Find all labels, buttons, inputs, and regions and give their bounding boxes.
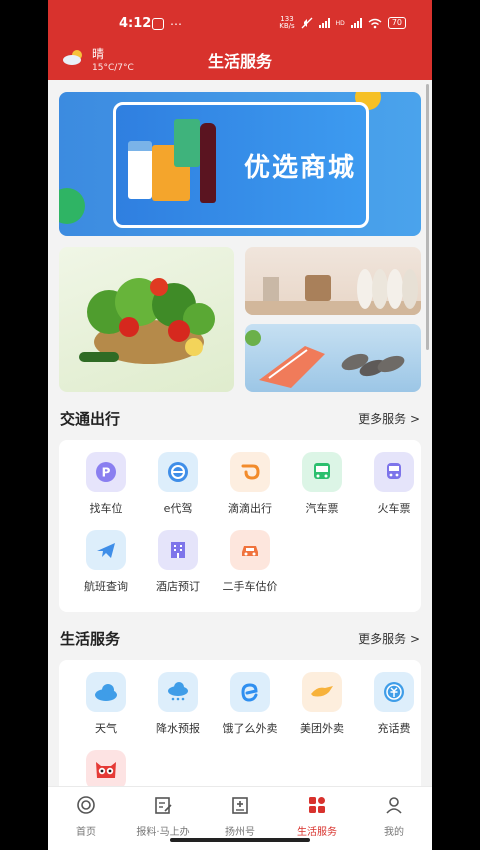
mall-banner[interactable]: 优选商城: [59, 92, 421, 236]
service-label: 天气: [95, 722, 117, 735]
service-label: 找车位: [89, 502, 123, 515]
signal-icon: [318, 18, 330, 28]
service-label: 降水预报: [156, 722, 200, 735]
tab-home[interactable]: 首页: [48, 795, 124, 838]
service-item-didi[interactable]: 滴滴出行: [214, 452, 286, 516]
service-label: 航班查询: [84, 580, 128, 593]
life-services-card: 天气 降水预报 饿了么外卖 美团外卖 充话费: [59, 660, 421, 786]
tab-label: 我的: [384, 827, 404, 838]
vegetables-image: [79, 278, 215, 364]
banner-title: 优选商城: [244, 153, 357, 183]
service-label: 充话费: [377, 722, 411, 735]
signal-2-icon: [350, 18, 362, 28]
tab-mine[interactable]: 我的: [356, 795, 432, 838]
didi-icon: [230, 452, 270, 492]
service-item-eleme[interactable]: 饿了么外卖: [214, 672, 286, 736]
service-label: e代驾: [163, 502, 193, 515]
service-item-hotel-booking[interactable]: 酒店预订: [142, 530, 214, 594]
account-icon: [232, 797, 248, 814]
phone-screen: 4:12 ⋯ 133 KB/s HD 70 晴 15°C/7°C 生活服务 优选…: [48, 0, 432, 850]
wifi-icon: [368, 18, 382, 28]
service-label: 汽车票: [305, 502, 339, 515]
milk-carton-image: [128, 141, 152, 199]
tab-label: 生活服务: [297, 827, 337, 838]
status-bar: 4:12 ⋯ 133 KB/s HD 70: [48, 0, 432, 36]
parking-icon: P: [86, 452, 126, 492]
steering-wheel-icon: [158, 452, 198, 492]
svg-text:P: P: [102, 466, 111, 480]
service-label: 饿了么外卖: [222, 722, 278, 735]
network-type: HD: [335, 19, 345, 27]
service-label: 酒店预订: [156, 580, 200, 593]
cloud-icon: [86, 672, 126, 712]
section-title: 生活服务: [60, 630, 121, 648]
snack-bag-image: [174, 119, 200, 167]
service-item-flight-search[interactable]: 航班查询: [70, 530, 142, 594]
service-item-meituan[interactable]: 美团外卖: [286, 672, 358, 736]
home-indicator[interactable]: [170, 838, 310, 842]
seafood-image: [245, 330, 405, 388]
tab-report[interactable]: 报料·马上办: [125, 795, 201, 838]
tab-life-services[interactable]: 生活服务: [279, 795, 355, 838]
owl-icon: [86, 750, 126, 786]
service-item-phone-recharge[interactable]: 充话费: [358, 672, 430, 736]
airplane-icon: [86, 530, 126, 570]
transport-services-card: P 找车位 e代驾 滴滴出行 汽车票 火车票 航班查询 酒店预订 二手车估价: [59, 440, 421, 612]
kitchenware-tile[interactable]: [245, 247, 421, 315]
content-area[interactable]: 优选商城 交通出行 更多服务 > P 找车位 e代驾 滴滴出行 汽车票 火车票 …: [48, 80, 432, 786]
service-item-owl[interactable]: [70, 750, 142, 786]
tab-label: 扬州号: [225, 827, 255, 838]
edit-icon: [155, 797, 172, 814]
scrollbar[interactable]: [426, 84, 429, 350]
meituan-icon: [302, 672, 342, 712]
service-label: 二手车估价: [222, 580, 278, 593]
page-title: 生活服务: [207, 52, 272, 71]
mute-icon: [301, 17, 313, 29]
car-icon: [230, 530, 270, 570]
person-icon: [386, 797, 402, 814]
notification-icon: [152, 18, 164, 30]
service-item-train-ticket[interactable]: 火车票: [358, 452, 430, 516]
vegetables-tile[interactable]: [59, 247, 234, 392]
section-header-life: 生活服务 更多服务 >: [60, 628, 420, 652]
service-item-designated-driver[interactable]: e代驾: [142, 452, 214, 516]
bus-icon: [302, 452, 342, 492]
train-icon: [374, 452, 414, 492]
app-header: 晴 15°C/7°C 生活服务: [48, 36, 432, 80]
grid-icon: [309, 797, 325, 813]
more-services-link[interactable]: 更多服务 >: [358, 410, 420, 427]
service-label: 美团外卖: [300, 722, 344, 735]
tab-yangzhou-account[interactable]: 扬州号: [202, 795, 278, 838]
service-item-weather[interactable]: 天气: [70, 672, 142, 736]
more-notifications-icon: ⋯: [170, 17, 183, 31]
kitchenware-image: [245, 269, 421, 315]
service-item-used-car-valuation[interactable]: 二手车估价: [214, 530, 286, 594]
tab-label: 报料·马上办: [136, 827, 190, 838]
battery-icon: 70: [387, 17, 406, 29]
recharge-icon: [374, 672, 414, 712]
home-icon: [77, 796, 95, 814]
decor-circle: [59, 188, 85, 224]
tab-label: 首页: [76, 827, 96, 838]
more-services-link[interactable]: 更多服务 >: [358, 630, 420, 647]
rain-icon: [158, 672, 198, 712]
service-label: 火车票: [377, 502, 411, 515]
status-time: 4:12: [119, 16, 152, 31]
hotel-icon: [158, 530, 198, 570]
service-item-bus-ticket[interactable]: 汽车票: [286, 452, 358, 516]
seafood-tile[interactable]: [245, 324, 421, 392]
eleme-icon: [230, 672, 270, 712]
service-label: 滴滴出行: [228, 502, 272, 515]
service-item-parking[interactable]: P 找车位: [70, 452, 142, 516]
network-speed: 133 KB/s: [279, 15, 295, 30]
service-item-precipitation[interactable]: 降水预报: [142, 672, 214, 736]
wine-bottle-image: [200, 123, 216, 203]
section-header-transport: 交通出行 更多服务 >: [60, 408, 420, 432]
section-title: 交通出行: [60, 410, 121, 428]
banner-frame: 优选商城: [113, 102, 369, 228]
